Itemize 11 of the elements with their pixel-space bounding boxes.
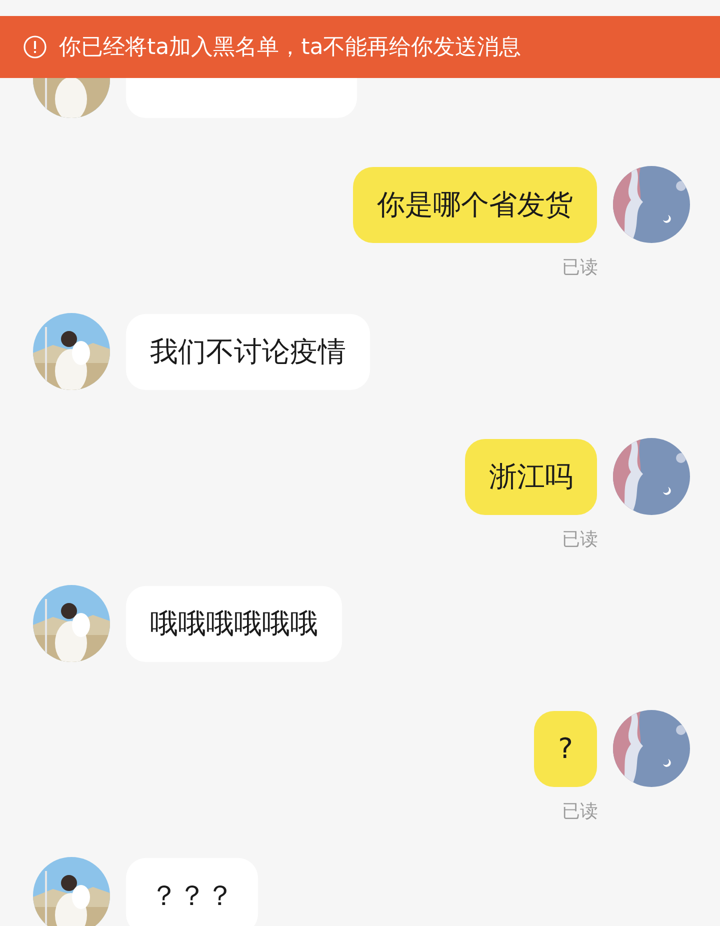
read-status: 已读 <box>562 257 598 279</box>
message-bubble: ？？？ <box>126 858 258 926</box>
message-bubble: 浙江吗 <box>465 438 597 514</box>
read-status: 已读 <box>562 529 598 551</box>
message-bubble: 我们不讨论疫情 <box>126 314 370 390</box>
message-bubble: 你是哪个省发货 <box>353 166 597 242</box>
message-bubble: 哦哦哦哦哦哦 <box>126 586 342 662</box>
read-status: 已读 <box>562 801 598 823</box>
banner-text: 你已经将ta加入黑名单，ta不能再给你发送消息 <box>59 34 522 62</box>
warning-icon <box>23 35 47 59</box>
message-bubble: ? <box>534 710 597 786</box>
